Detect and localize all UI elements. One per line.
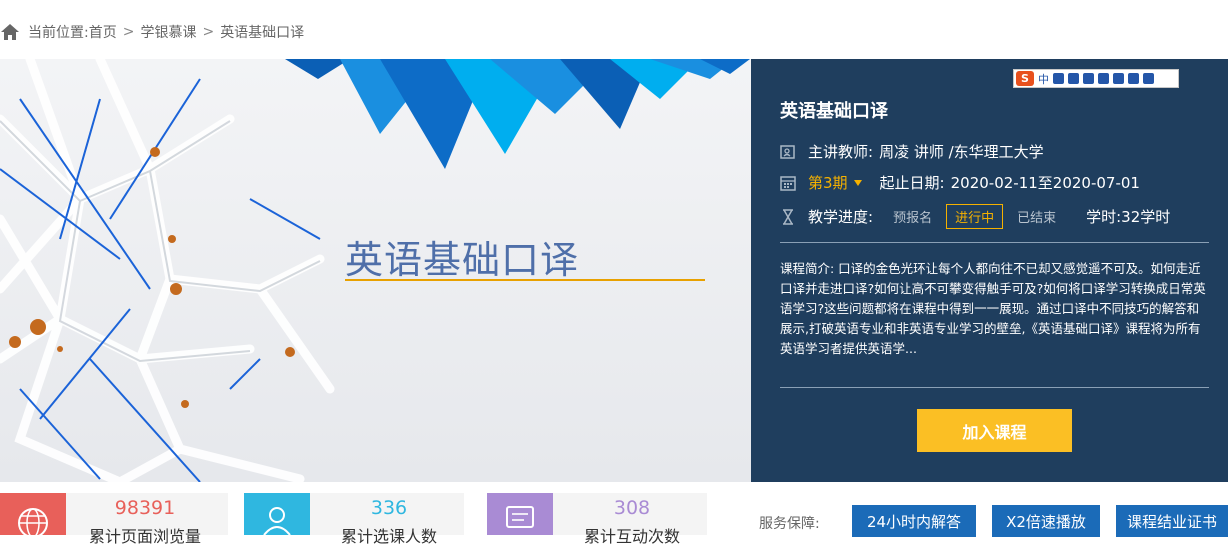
hourglass-icon (783, 208, 793, 225)
interactions-value: 308 (613, 497, 651, 519)
divider (780, 242, 1209, 243)
stat-interactions: 308 累计互动次数 (487, 493, 707, 546)
breadcrumb-current: 英语基础口译 (220, 25, 305, 41)
banner-underline (345, 279, 705, 281)
course-hours: 学时:32学时 (1086, 208, 1171, 226)
keyboard-icon[interactable] (1098, 73, 1109, 84)
stat-page-views: 98391 累计页面浏览量 (0, 493, 228, 546)
chat-icon (487, 493, 553, 535)
divider (780, 387, 1209, 388)
course-title: 英语基础口译 (780, 101, 888, 122)
teacher-icon (780, 144, 795, 159)
punctuation-icon[interactable] (1053, 73, 1064, 84)
page-views-value: 98391 (114, 497, 176, 519)
user-icon[interactable] (1113, 73, 1124, 84)
triangle-pattern (285, 59, 750, 169)
ime-mode[interactable]: 中 (1038, 71, 1049, 87)
status-ended: 已结束 (1017, 211, 1057, 226)
progress-row: 教学进度: 预报名 进行中 已结束 学时:32学时 (780, 204, 1170, 229)
page-views-label: 累计页面浏览量 (88, 527, 201, 546)
breadcrumb-separator: > (202, 24, 215, 40)
term-selector[interactable]: 第3期 (808, 172, 848, 193)
date-row: 第3期 起止日期: 2020-02-11至2020-07-01 (780, 172, 1140, 193)
teacher-name: 周凌 讲师 /东华理工大学 (879, 143, 1044, 161)
guarantee-2x-speed-button[interactable]: X2倍速播放 (992, 505, 1100, 537)
stat-enrollments: 336 累计选课人数 (244, 493, 464, 546)
course-intro: 课程简介: 口译的金色光环让每个人都向往不已却又感觉遥不可及。如何走近口译并走进… (780, 261, 1206, 356)
home-icon (1, 24, 19, 40)
status-in-progress: 进行中 (946, 204, 1004, 229)
enrollments-label: 累计选课人数 (340, 527, 437, 546)
globe-icon (0, 493, 66, 535)
breadcrumb-prefix: 当前位置: (28, 25, 89, 41)
ime-toolbar[interactable]: S 中 (1013, 69, 1179, 88)
sogou-logo-icon[interactable]: S (1016, 71, 1034, 86)
breadcrumb-home-link[interactable]: 首页 (89, 22, 117, 42)
status-preregister: 预报名 (893, 211, 933, 226)
progress-label: 教学进度: (808, 208, 874, 226)
guarantee-certificate-button[interactable]: 课程结业证书 (1116, 505, 1228, 537)
guarantee-label: 服务保障: (759, 516, 820, 532)
breadcrumb-separator: > (122, 24, 135, 40)
emoji-icon[interactable] (1068, 73, 1079, 84)
breadcrumb-mooc-link[interactable]: 学银慕课 (140, 22, 196, 42)
skin-icon[interactable] (1128, 73, 1139, 84)
guarantee-24h-answer-button[interactable]: 24小时内解答 (852, 505, 976, 537)
calendar-icon (780, 175, 796, 191)
toolbox-icon[interactable] (1143, 73, 1154, 84)
course-info-panel: S 中 英语基础口译 主讲教师: 周凌 讲师 /东华理工大学 第3期 起止日期:… (751, 59, 1228, 482)
teacher-label: 主讲教师: (808, 143, 874, 161)
branch-structure (0, 59, 335, 482)
date-range: 2020-02-11至2020-07-01 (950, 174, 1140, 192)
enrollments-value: 336 (370, 497, 408, 519)
interactions-label: 累计互动次数 (583, 527, 680, 546)
date-label: 起止日期: (879, 174, 945, 192)
banner-title: 英语基础口译 (345, 238, 580, 282)
join-course-button[interactable]: 加入课程 (917, 409, 1072, 452)
breadcrumb: 当前位置: 首页 > 学银慕课 > 英语基础口译 (0, 18, 304, 46)
course-banner: 英语基础口译 (0, 59, 751, 482)
microphone-icon[interactable] (1083, 73, 1094, 84)
users-icon (244, 493, 310, 535)
teacher-row: 主讲教师: 周凌 讲师 /东华理工大学 (780, 141, 1044, 162)
chevron-down-icon[interactable] (853, 179, 862, 186)
